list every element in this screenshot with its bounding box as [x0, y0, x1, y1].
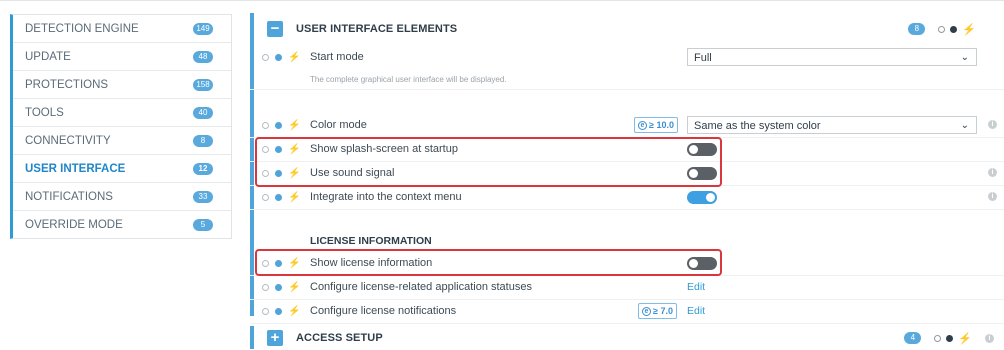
setting-label: Color mode	[310, 119, 367, 131]
product-e-icon: e	[638, 120, 647, 130]
count-badge: 5	[193, 218, 213, 231]
bolt-icon[interactable]: ⚡	[962, 23, 976, 36]
highlight-box	[255, 137, 722, 187]
ring-icon[interactable]	[262, 283, 269, 291]
bolt-icon[interactable]: ⚡	[288, 52, 300, 63]
setting-row-context-menu: ⚡ Integrate into the context menu i	[250, 185, 1004, 210]
sidebar-item-label: CONNECTIVITY	[25, 134, 111, 147]
section-header-access-setup[interactable]: + ACCESS SETUP 4 ⚡ i	[262, 326, 994, 350]
row-policy-icons: ⚡	[262, 275, 300, 299]
setting-label: Start mode	[310, 51, 364, 63]
section-count-badge: 4	[904, 332, 922, 344]
sidebar-item-label: TOOLS	[25, 106, 64, 119]
divider	[250, 89, 1004, 90]
ring-icon[interactable]	[262, 307, 269, 315]
collapse-button[interactable]: −	[267, 21, 283, 37]
sidebar-item-label: USER INTERFACE	[25, 162, 126, 175]
bolt-icon[interactable]: ⚡	[288, 282, 300, 293]
sidebar: DETECTION ENGINE 149 UPDATE 48 PROTECTIO…	[10, 14, 232, 239]
dot-icon[interactable]	[275, 283, 282, 291]
section-header-controls: 4 ⚡ i	[904, 332, 994, 345]
sidebar-item-tools[interactable]: TOOLS 40	[13, 99, 231, 127]
sidebar-item-label: DETECTION ENGINE	[25, 22, 139, 35]
bolt-icon[interactable]: ⚡	[288, 306, 300, 317]
sidebar-item-detection-engine[interactable]: DETECTION ENGINE 149	[13, 15, 231, 43]
count-badge: 12	[193, 162, 213, 175]
sidebar-item-label: PROTECTIONS	[25, 78, 109, 91]
sidebar-item-connectivity[interactable]: CONNECTIVITY 8	[13, 127, 231, 155]
dot-icon[interactable]	[275, 307, 282, 315]
setting-row-start-mode: ⚡ Start mode Full ⌄	[250, 45, 1004, 69]
bolt-icon[interactable]: ⚡	[288, 120, 300, 131]
version-text: ≥ 10.0	[649, 120, 674, 130]
dot-icon[interactable]	[275, 193, 282, 201]
sidebar-item-label: NOTIFICATIONS	[25, 190, 113, 203]
subsection-title: LICENSE INFORMATION	[310, 235, 432, 247]
version-badge: e ≥ 10.0	[634, 117, 678, 133]
dot-icon[interactable]	[275, 53, 282, 61]
sidebar-item-protections[interactable]: PROTECTIONS 158	[13, 71, 231, 99]
count-badge: 33	[193, 190, 213, 203]
row-policy-icons: ⚡	[262, 299, 300, 323]
info-icon[interactable]: i	[988, 192, 997, 201]
highlight-box	[255, 249, 722, 276]
sidebar-item-notifications[interactable]: NOTIFICATIONS 33	[13, 183, 231, 211]
count-badge: 48	[193, 50, 213, 63]
dot-icon[interactable]	[946, 334, 954, 342]
start-mode-select[interactable]: Full ⌄	[687, 48, 977, 66]
bolt-icon[interactable]: ⚡	[958, 332, 972, 345]
count-badge: 149	[193, 22, 213, 35]
info-icon[interactable]: i	[988, 120, 997, 129]
section-count-badge: 8	[908, 23, 926, 35]
chevron-down-icon: ⌄	[960, 120, 969, 131]
section-header-controls: 8 ⚡	[908, 23, 976, 36]
info-icon[interactable]: i	[988, 168, 997, 177]
bolt-icon[interactable]: ⚡	[288, 192, 300, 203]
setting-row-license-notifications: ⚡ Configure license notifications e ≥ 7.…	[250, 299, 1004, 324]
row-policy-icons: ⚡	[262, 185, 300, 209]
chevron-down-icon: ⌄	[960, 52, 969, 63]
ring-icon[interactable]	[262, 53, 269, 61]
setting-label: Configure license notifications	[310, 305, 457, 317]
top-divider	[0, 0, 1004, 1]
section-header-user-interface-elements[interactable]: − USER INTERFACE ELEMENTS 8 ⚡	[262, 13, 992, 45]
count-badge: 40	[193, 106, 213, 119]
count-badge: 8	[193, 134, 213, 147]
row-policy-icons: ⚡	[262, 45, 300, 69]
ring-icon[interactable]	[938, 25, 946, 33]
product-e-icon: e	[642, 306, 651, 316]
expand-button[interactable]: +	[267, 330, 283, 346]
section-title: ACCESS SETUP	[296, 332, 383, 344]
section-accent-bar	[250, 326, 254, 349]
setting-label: Integrate into the context menu	[310, 191, 462, 203]
dot-icon[interactable]	[275, 121, 282, 129]
setting-row-license-statuses: ⚡ Configure license-related application …	[250, 275, 1004, 300]
info-icon[interactable]: i	[985, 333, 994, 343]
setting-label: Configure license-related application st…	[310, 281, 532, 293]
section-title: USER INTERFACE ELEMENTS	[296, 23, 458, 35]
start-mode-hint: The complete graphical user interface wi…	[310, 75, 507, 84]
count-badge: 158	[193, 78, 213, 91]
sidebar-item-update[interactable]: UPDATE 48	[13, 43, 231, 71]
ring-icon[interactable]	[262, 193, 269, 201]
select-value: Same as the system color	[694, 120, 821, 132]
dot-icon[interactable]	[950, 25, 958, 33]
toggle-knob	[706, 193, 715, 202]
sidebar-item-label: UPDATE	[25, 50, 71, 63]
row-policy-icons: ⚡	[262, 113, 300, 137]
select-value: Full	[694, 52, 712, 64]
version-badge: e ≥ 7.0	[638, 303, 677, 319]
edit-link[interactable]: Edit	[687, 275, 705, 299]
ring-icon[interactable]	[934, 334, 942, 342]
sidebar-item-override-mode[interactable]: OVERRIDE MODE 5	[13, 211, 231, 238]
sidebar-item-label: OVERRIDE MODE	[25, 218, 123, 231]
setting-row-color-mode: ⚡ Color mode e ≥ 10.0 Same as the system…	[250, 113, 1004, 138]
edit-link[interactable]: Edit	[687, 299, 705, 323]
color-mode-select[interactable]: Same as the system color ⌄	[687, 116, 977, 134]
sidebar-item-user-interface[interactable]: USER INTERFACE 12	[13, 155, 231, 183]
ring-icon[interactable]	[262, 121, 269, 129]
context-menu-toggle[interactable]	[687, 191, 717, 204]
version-text: ≥ 7.0	[653, 306, 673, 316]
